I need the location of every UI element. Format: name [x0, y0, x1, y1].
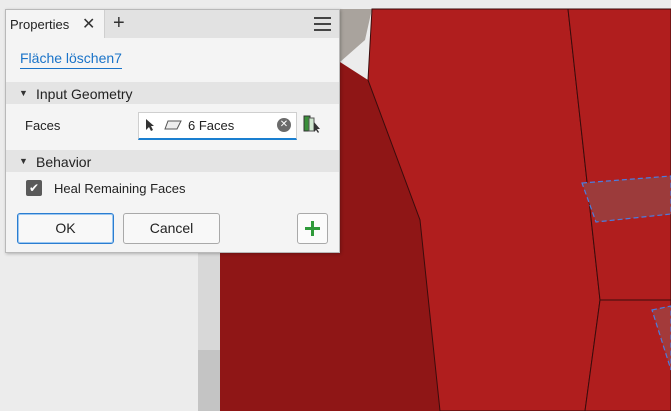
selected-face-highlight[interactable] — [581, 175, 671, 223]
tab-title: Properties — [10, 17, 70, 32]
section-title: Input Geometry — [36, 86, 133, 102]
face-icon — [164, 120, 182, 130]
heal-remaining-faces-checkbox[interactable]: ✔ — [26, 180, 42, 196]
select-cursor-icon — [146, 119, 154, 131]
hamburger-menu-icon[interactable] — [314, 17, 331, 31]
chain-faces-icon[interactable] — [302, 114, 324, 134]
close-icon[interactable]: ✕ — [82, 14, 95, 34]
feature-name-field[interactable]: Fläche löschen7 — [20, 50, 122, 69]
collapse-arrow-icon: ▼ — [19, 88, 28, 98]
faces-selector[interactable]: 6 Faces ✕ — [138, 112, 297, 140]
section-title: Behavior — [36, 154, 92, 170]
properties-panel: Properties ✕ + Fläche löschen7 ▼ Input G… — [5, 9, 340, 253]
clear-icon[interactable]: ✕ — [277, 118, 291, 132]
heal-remaining-faces-label: Heal Remaining Faces — [54, 181, 186, 196]
section-behavior[interactable]: ▼ Behavior — [6, 150, 339, 172]
faces-selection-value: 6 Faces — [188, 118, 235, 133]
add-tab-icon[interactable]: + — [113, 12, 125, 34]
tab-properties[interactable]: Properties ✕ — [6, 10, 105, 38]
faces-label: Faces — [25, 118, 61, 133]
panel-tabbar: Properties ✕ + — [6, 10, 339, 38]
collapse-arrow-icon: ▼ — [19, 156, 28, 166]
section-input-geometry[interactable]: ▼ Input Geometry — [6, 82, 339, 104]
apply-button[interactable] — [297, 213, 328, 244]
cancel-button[interactable]: Cancel — [123, 213, 220, 244]
ok-button[interactable]: OK — [17, 213, 114, 244]
